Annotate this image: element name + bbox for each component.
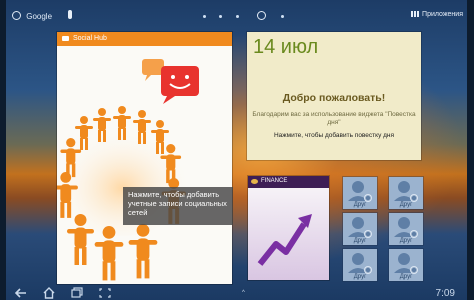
screenshot-icon[interactable] — [98, 287, 112, 299]
social-hub-widget[interactable]: Social Hub — [57, 32, 232, 284]
page-indicator-dot — [219, 15, 222, 18]
agenda-welcome: Добро пожаловать! — [282, 92, 386, 104]
voice-search-icon[interactable] — [68, 10, 72, 19]
device-bezel-left — [0, 0, 6, 300]
home-icon[interactable] — [42, 287, 56, 299]
contact-name: Друг — [353, 202, 367, 208]
people-circle-illustration — [57, 59, 199, 281]
apps-label: Приложения — [422, 11, 463, 18]
finance-widget[interactable]: FINANCE — [248, 176, 329, 280]
status-time: 7:09 — [435, 288, 455, 299]
page-indicator-dot — [203, 15, 206, 18]
social-hub-add-accounts-tip[interactable]: Нажмите, чтобы добавить учетные записи с… — [123, 187, 233, 225]
contact-name: Друг — [353, 238, 367, 244]
home-page-indicator — [257, 11, 266, 20]
contact-slot[interactable]: Друг — [389, 213, 423, 245]
page-indicator-dot — [281, 15, 284, 18]
trend-arrow-icon — [248, 188, 329, 280]
apps-button[interactable]: Приложения — [411, 11, 463, 18]
page-indicator-dot — [236, 15, 239, 18]
system-navigation-bar: ^ 7:09 — [6, 286, 467, 300]
contact-name: Друг — [399, 274, 413, 280]
search-icon — [12, 11, 21, 20]
device-bezel-right — [467, 0, 474, 300]
contact-name: Друг — [399, 202, 413, 208]
contact-name: Друг — [353, 274, 367, 280]
finance-logo-icon — [251, 179, 258, 184]
back-icon[interactable] — [14, 287, 28, 299]
mini-apps-tray-handle[interactable]: ^ — [242, 290, 245, 296]
agenda-widget[interactable]: 14 июл Добро пожаловать! Благодарим вас … — [247, 32, 421, 160]
google-search-bar[interactable]: Google — [12, 11, 52, 21]
apps-grid-icon — [411, 11, 420, 17]
social-hub-header: Social Hub — [57, 32, 232, 46]
social-hub-icon — [62, 36, 69, 41]
finance-header: FINANCE — [248, 176, 329, 188]
search-label: Google — [26, 12, 53, 21]
contact-name: Друг — [399, 238, 413, 244]
contact-slot[interactable]: Друг — [389, 177, 423, 209]
contact-slot[interactable]: Друг — [389, 249, 423, 281]
agenda-add-hint[interactable]: Нажмите, чтобы добавить повестку дня — [247, 132, 421, 139]
contact-slot[interactable]: Друг — [343, 177, 377, 209]
finance-label: FINANCE — [261, 178, 288, 184]
top-bar: Google Приложения — [6, 8, 467, 28]
recent-apps-icon[interactable] — [70, 287, 84, 299]
agenda-description: Благодарим вас за использование виджета … — [252, 111, 416, 126]
contact-slot[interactable]: Друг — [343, 213, 377, 245]
contact-slot[interactable]: Друг — [343, 249, 377, 281]
social-hub-title: Social Hub — [73, 35, 107, 42]
agenda-date: 14 июл — [253, 36, 319, 58]
